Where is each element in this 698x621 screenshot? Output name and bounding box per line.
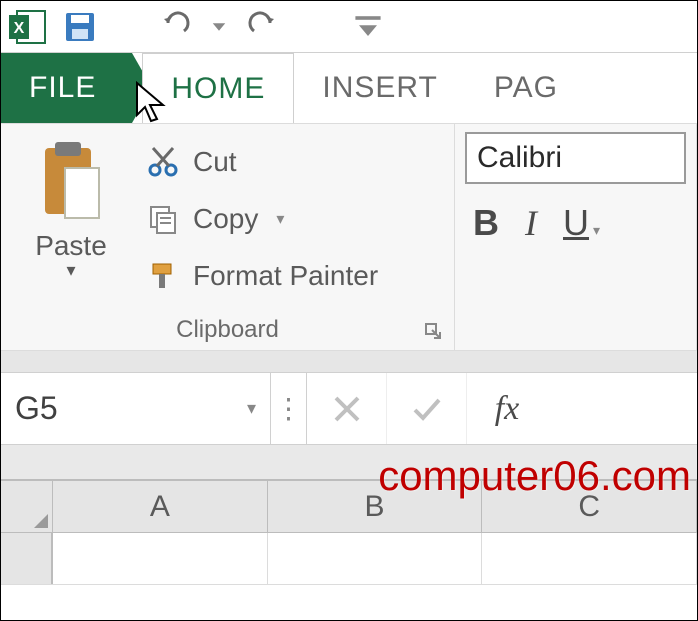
paste-label: Paste [35, 230, 107, 262]
column-header-a-label: A [150, 490, 170, 524]
cancel-formula-button[interactable] [307, 373, 387, 444]
column-header-a[interactable]: A [53, 481, 268, 532]
insert-function-button[interactable]: fx [467, 373, 547, 444]
tab-home-label: HOME [171, 72, 265, 106]
customize-qat-dropdown[interactable] [345, 4, 391, 50]
formula-bar-resize-grip[interactable]: ⋮ [271, 373, 307, 444]
save-button[interactable] [57, 4, 103, 50]
quick-access-toolbar: X [1, 1, 697, 53]
check-icon [410, 392, 444, 426]
tab-page-label: PAG [494, 71, 558, 105]
underline-button[interactable]: U [563, 202, 589, 243]
tab-page-layout[interactable]: PAG [466, 53, 586, 123]
format-painter-icon [145, 260, 181, 292]
tab-insert[interactable]: INSERT [294, 53, 465, 123]
undo-dropdown[interactable] [209, 4, 229, 50]
row-header[interactable] [1, 533, 53, 584]
tab-insert-label: INSERT [322, 71, 437, 105]
grid-row [1, 533, 697, 585]
ribbon-group-clipboard: Paste ▾ Cut [1, 124, 455, 350]
select-all-corner[interactable] [1, 481, 53, 532]
column-header-c-label: C [578, 490, 600, 524]
fx-label: fx [495, 390, 520, 428]
tab-home[interactable]: HOME [142, 53, 294, 123]
formula-bar-row: G5 ▾ ⋮ fx [1, 373, 697, 445]
tab-file-label: FILE [29, 71, 96, 105]
cell[interactable] [482, 533, 697, 584]
cell[interactable] [53, 533, 268, 584]
bold-button[interactable]: B [473, 202, 499, 244]
ribbon-tabs: FILE HOME INSERT PAG [1, 53, 697, 123]
column-headers: A B C [1, 481, 697, 533]
close-icon [330, 392, 364, 426]
format-painter-label: Format Painter [193, 260, 378, 292]
italic-button[interactable]: I [525, 202, 537, 244]
clipboard-dialog-launcher[interactable] [424, 322, 444, 342]
copy-dropdown-caret[interactable]: ▾ [276, 209, 284, 229]
paste-button[interactable]: Paste ▾ [11, 132, 131, 302]
name-box-value: G5 [15, 390, 58, 427]
column-header-b[interactable]: B [268, 481, 483, 532]
clipboard-group-label: Clipboard [1, 316, 454, 344]
column-header-b-label: B [365, 490, 385, 524]
enter-formula-button[interactable] [387, 373, 467, 444]
ribbon-separator [1, 351, 697, 373]
font-name-value: Calibri [477, 141, 562, 175]
redo-button[interactable] [239, 4, 285, 50]
paste-dropdown-caret[interactable]: ▾ [66, 260, 75, 281]
paste-icon [35, 138, 107, 228]
font-name-selector[interactable]: Calibri [465, 132, 686, 184]
cut-button[interactable]: Cut [145, 136, 378, 187]
column-header-c[interactable]: C [482, 481, 697, 532]
name-box[interactable]: G5 ▾ [1, 373, 271, 444]
name-box-dropdown-caret[interactable]: ▾ [247, 398, 256, 419]
undo-button[interactable] [153, 4, 199, 50]
copy-icon [145, 203, 181, 235]
svg-text:X: X [14, 20, 25, 37]
scissors-icon [145, 146, 181, 178]
cell[interactable] [268, 533, 483, 584]
ribbon-group-font: Calibri B I U▾ [455, 124, 697, 350]
copy-label: Copy [193, 203, 258, 235]
underline-dropdown-caret[interactable]: ▾ [593, 222, 600, 238]
tab-file[interactable]: FILE [1, 53, 132, 123]
format-painter-button[interactable]: Format Painter [145, 251, 378, 302]
copy-button[interactable]: Copy ▾ [145, 193, 378, 244]
sheet-gap [1, 445, 697, 481]
ribbon: Paste ▾ Cut [1, 123, 697, 351]
excel-logo-icon: X [7, 8, 47, 46]
cut-label: Cut [193, 146, 237, 178]
